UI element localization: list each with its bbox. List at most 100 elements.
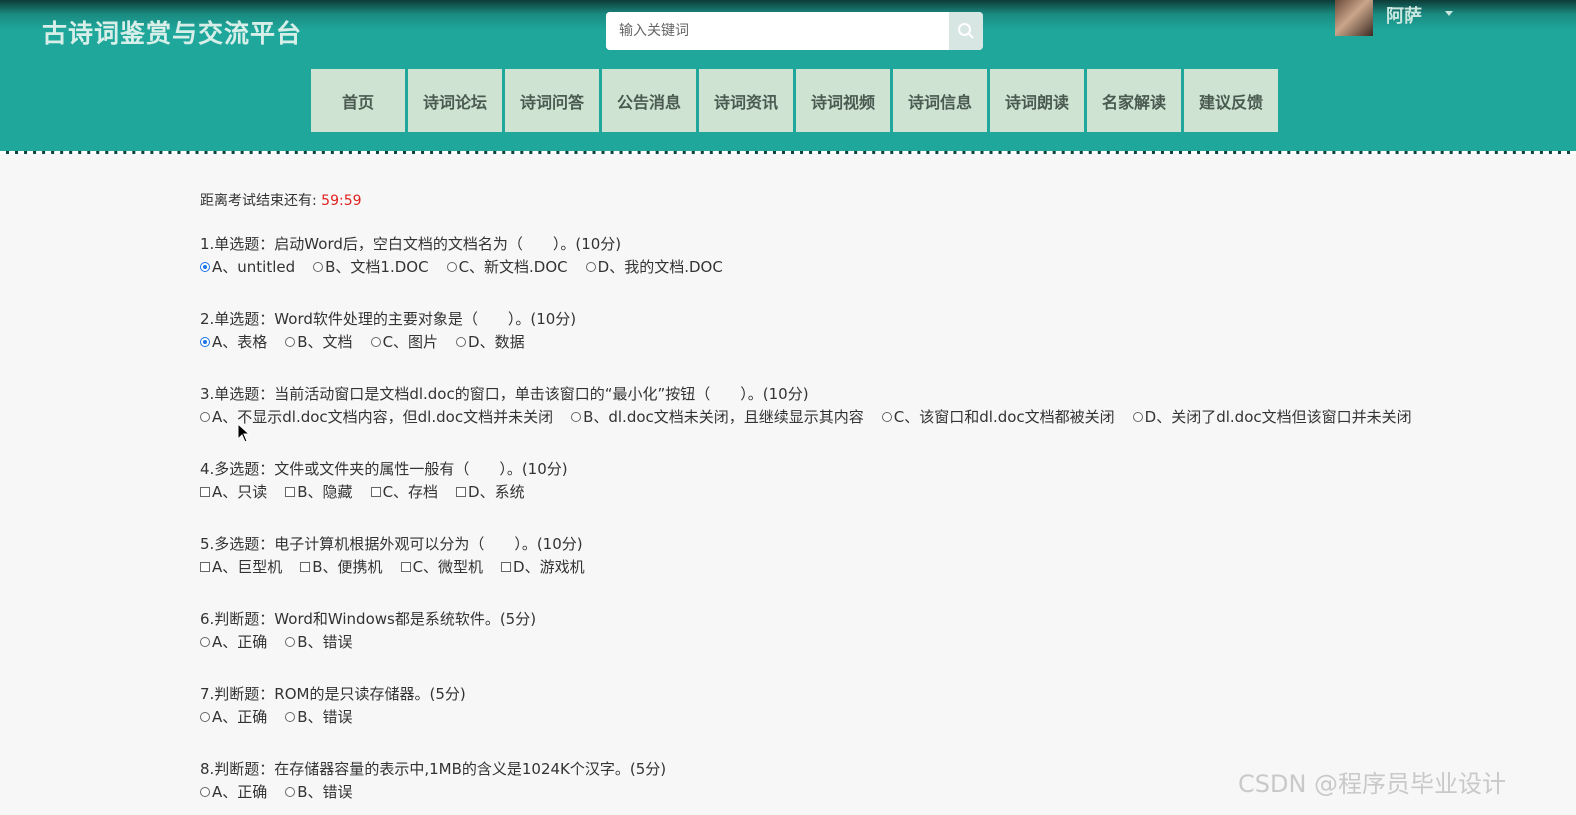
nav-item[interactable]: 诗词朗读 bbox=[990, 69, 1084, 132]
radio-button[interactable] bbox=[200, 262, 210, 272]
checkbox[interactable] bbox=[200, 562, 210, 572]
radio-option[interactable]: C、新文档.DOC bbox=[446, 255, 568, 279]
nav-item[interactable]: 诗词视频 bbox=[796, 69, 890, 132]
option-label: B、文档1.DOC bbox=[325, 258, 429, 276]
mouse-cursor-icon bbox=[237, 423, 251, 443]
timer-label: 距离考试结束还有: bbox=[200, 193, 317, 209]
radio-button[interactable] bbox=[285, 712, 296, 722]
radio-button[interactable] bbox=[200, 637, 210, 647]
radio-option[interactable]: B、dl.doc文档未关闭，且继续显示其内容 bbox=[571, 405, 864, 429]
radio-option[interactable]: A、正确 bbox=[200, 705, 267, 729]
radio-button[interactable] bbox=[446, 262, 457, 272]
option-label: C、存档 bbox=[382, 483, 439, 501]
option-label: A、正确 bbox=[212, 633, 268, 651]
search-button[interactable] bbox=[949, 12, 983, 50]
option-label: B、便携机 bbox=[312, 558, 383, 576]
checkbox[interactable] bbox=[456, 487, 467, 497]
option-label: A、untitled bbox=[212, 258, 296, 276]
option-label: D、游戏机 bbox=[513, 558, 585, 576]
avatar[interactable] bbox=[1335, 0, 1373, 36]
option-label: B、dl.doc文档未关闭，且继续显示其内容 bbox=[583, 408, 864, 426]
option-label: C、微型机 bbox=[412, 558, 484, 576]
option-label: A、正确 bbox=[212, 708, 268, 726]
option-group: A、untitled B、文档1.DOC C、新文档.DOC D、我的文档.DOC bbox=[200, 255, 741, 279]
nav-item[interactable]: 首页 bbox=[311, 69, 405, 132]
radio-button[interactable] bbox=[200, 712, 210, 722]
question-item: 7.判断题：ROM的是只读存储器。(5分) A、正确 B、错误 bbox=[200, 683, 466, 729]
radio-option[interactable]: A、正确 bbox=[200, 630, 267, 654]
nav-item[interactable]: 诗词资讯 bbox=[699, 69, 793, 132]
radio-button[interactable] bbox=[456, 337, 467, 347]
radio-option[interactable]: B、错误 bbox=[285, 780, 353, 804]
checkbox-option[interactable]: B、便携机 bbox=[300, 555, 383, 579]
radio-button[interactable] bbox=[200, 412, 210, 422]
site-title[interactable]: 古诗词鉴赏与交流平台 bbox=[42, 14, 302, 50]
question-text: 1.单选题：启动Word后，空白文档的文档名为（ ）。(10分) bbox=[200, 235, 622, 253]
option-group: A、正确 B、错误 bbox=[200, 780, 666, 804]
radio-option[interactable]: A、不显示dl.doc文档内容，但dl.doc文档并未关闭 bbox=[200, 405, 553, 429]
question-item: 8.判断题：在存储器容量的表示中,1MB的含义是1024K个汉字。(5分) A、正… bbox=[200, 758, 666, 804]
radio-button[interactable] bbox=[313, 262, 324, 272]
radio-option[interactable]: D、关闭了dl.doc文档但该窗口并未关闭 bbox=[1132, 405, 1412, 429]
radio-option[interactable]: B、错误 bbox=[285, 705, 353, 729]
checkbox-option[interactable]: B、隐藏 bbox=[285, 480, 353, 504]
main-nav: 首页 诗词论坛 诗词问答 公告消息 诗词资讯 诗词视频 诗词信息 诗词朗读 名家解读 建议反馈 bbox=[311, 69, 1281, 132]
nav-item[interactable]: 名家解读 bbox=[1087, 69, 1181, 132]
radio-button[interactable] bbox=[571, 412, 582, 422]
radio-option[interactable]: B、错误 bbox=[285, 630, 353, 654]
checkbox[interactable] bbox=[501, 562, 512, 572]
radio-button[interactable] bbox=[881, 412, 892, 422]
exam-timer: 距离考试结束还有: 59:59 bbox=[200, 190, 362, 210]
checkbox-option[interactable]: D、游戏机 bbox=[501, 555, 585, 579]
option-group: A、只读 B、隐藏 C、存档 D、系统 bbox=[200, 480, 568, 504]
radio-button[interactable] bbox=[285, 637, 296, 647]
radio-option[interactable]: D、我的文档.DOC bbox=[585, 255, 723, 279]
radio-option[interactable]: C、图片 bbox=[370, 330, 438, 354]
checkbox[interactable] bbox=[400, 562, 411, 572]
checkbox-option[interactable]: A、只读 bbox=[200, 480, 267, 504]
checkbox-option[interactable]: A、巨型机 bbox=[200, 555, 282, 579]
radio-option[interactable]: A、untitled bbox=[200, 255, 295, 279]
question-text: 8.判断题：在存储器容量的表示中,1MB的含义是1024K个汉字。(5分) bbox=[200, 760, 667, 778]
checkbox[interactable] bbox=[200, 487, 210, 497]
radio-option[interactable]: D、数据 bbox=[456, 330, 525, 354]
radio-button[interactable] bbox=[285, 337, 296, 347]
nav-item[interactable]: 诗词论坛 bbox=[408, 69, 502, 132]
nav-item[interactable]: 诗词问答 bbox=[505, 69, 599, 132]
option-label: D、系统 bbox=[468, 483, 525, 501]
radio-button[interactable] bbox=[200, 337, 210, 347]
question-text: 2.单选题：Word软件处理的主要对象是（ ）。(10分) bbox=[200, 310, 577, 328]
radio-option[interactable]: A、正确 bbox=[200, 780, 267, 804]
radio-button[interactable] bbox=[200, 787, 210, 797]
option-label: A、只读 bbox=[212, 483, 268, 501]
option-label: D、关闭了dl.doc文档但该窗口并未关闭 bbox=[1144, 408, 1412, 426]
radio-button[interactable] bbox=[585, 262, 596, 272]
nav-item[interactable]: 诗词信息 bbox=[893, 69, 987, 132]
chevron-down-icon[interactable] bbox=[1445, 11, 1453, 16]
radio-button[interactable] bbox=[370, 337, 381, 347]
option-label: D、我的文档.DOC bbox=[597, 258, 723, 276]
radio-button[interactable] bbox=[285, 787, 296, 797]
checkbox[interactable] bbox=[285, 487, 296, 497]
radio-option[interactable]: A、表格 bbox=[200, 330, 267, 354]
radio-option[interactable]: B、文档1.DOC bbox=[313, 255, 429, 279]
checkbox-option[interactable]: C、微型机 bbox=[400, 555, 484, 579]
timer-value: 59:59 bbox=[321, 193, 362, 209]
username[interactable]: 阿萨 bbox=[1386, 2, 1422, 28]
question-item: 2.单选题：Word软件处理的主要对象是（ ）。(10分) A、表格 B、文档 C、图… bbox=[200, 308, 576, 354]
question-text: 6.判断题：Word和Windows都是系统软件。(5分) bbox=[200, 610, 537, 628]
radio-button[interactable] bbox=[1132, 412, 1143, 422]
option-group: A、正确 B、错误 bbox=[200, 630, 536, 654]
option-group: A、表格 B、文档 C、图片 D、数据 bbox=[200, 330, 576, 354]
nav-item[interactable]: 建议反馈 bbox=[1184, 69, 1278, 132]
question-item: 3.单选题：当前活动窗口是文档dl.doc的窗口，单击该窗口的“最小化”按钮（ … bbox=[200, 383, 1430, 429]
radio-option[interactable]: B、文档 bbox=[285, 330, 353, 354]
checkbox-option[interactable]: C、存档 bbox=[370, 480, 439, 504]
checkbox[interactable] bbox=[300, 562, 311, 572]
radio-option[interactable]: C、该窗口和dl.doc文档都被关闭 bbox=[881, 405, 1115, 429]
nav-item[interactable]: 公告消息 bbox=[602, 69, 696, 132]
search-input[interactable] bbox=[606, 12, 949, 50]
checkbox-option[interactable]: D、系统 bbox=[456, 480, 525, 504]
question-item: 5.多选题：电子计算机根据外观可以分为（ ）。(10分) A、巨型机 B、便携机 C、… bbox=[200, 533, 603, 579]
checkbox[interactable] bbox=[370, 487, 381, 497]
